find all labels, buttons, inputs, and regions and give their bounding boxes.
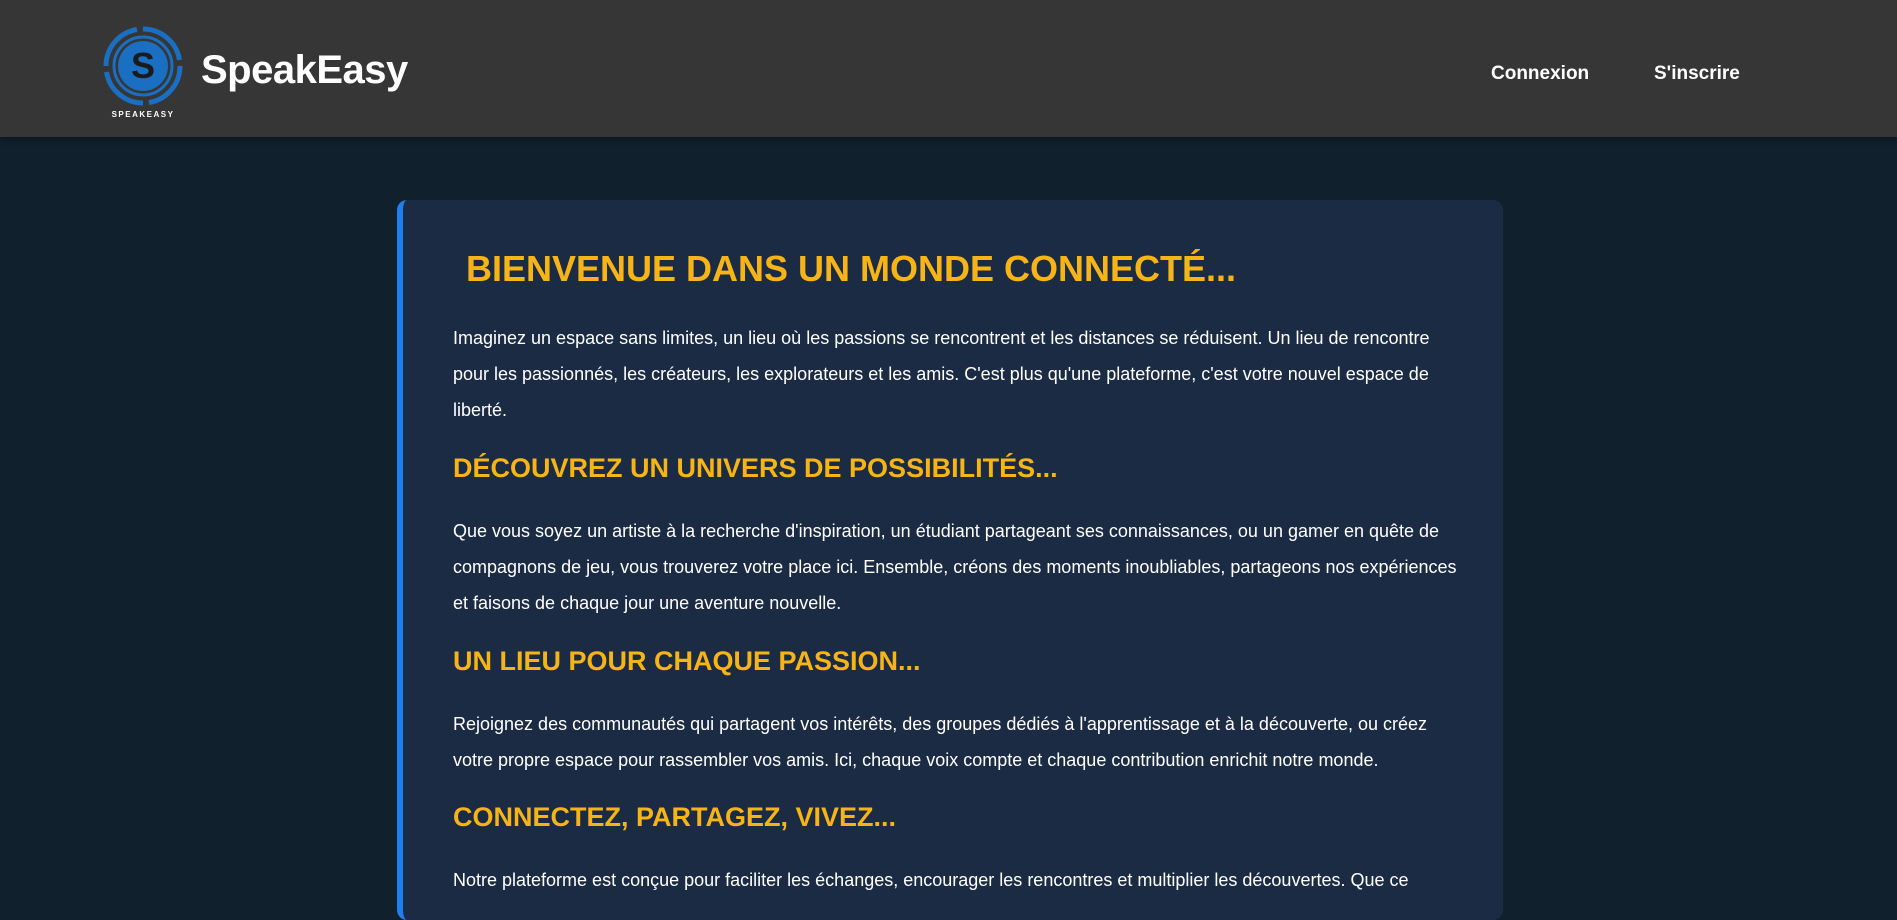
section-heading-passion: UN LIEU POUR CHAQUE PASSION... — [453, 646, 921, 676]
section-heading-connect: CONNECTEZ, PARTAGEZ, VIVEZ... — [453, 802, 897, 832]
brand-name[interactable]: SpeakEasy — [201, 50, 408, 90]
signup-link[interactable]: S'inscrire — [1654, 64, 1740, 83]
logo-caption: SPEAKEASY — [111, 110, 175, 119]
login-link[interactable]: Connexion — [1491, 64, 1589, 83]
section-paragraph-connect: Notre plateforme est conçue pour facilit… — [453, 870, 1409, 890]
speakeasy-logo[interactable]: S SPEAKEASY — [103, 26, 183, 122]
top-navbar: S SPEAKEASY SpeakEasy Connexion S'inscri… — [0, 0, 1897, 137]
section-paragraph-passion: Rejoignez des communautés qui partagent … — [453, 714, 1428, 770]
page-title: BIENVENUE DANS UN MONDE CONNECTÉ... — [466, 248, 1237, 289]
svg-text:S: S — [131, 45, 155, 86]
section-paragraph-discover: Que vous soyez un artiste à la recherche… — [453, 521, 1457, 613]
section-heading-discover: DÉCOUVREZ UN UNIVERS DE POSSIBILITÉS... — [453, 453, 1058, 483]
logo-emblem-icon: S — [103, 26, 183, 106]
intro-paragraph: Imaginez un espace sans limites, un lieu… — [453, 328, 1430, 420]
welcome-card: BIENVENUE DANS UN MONDE CONNECTÉ... Imag… — [397, 200, 1503, 920]
